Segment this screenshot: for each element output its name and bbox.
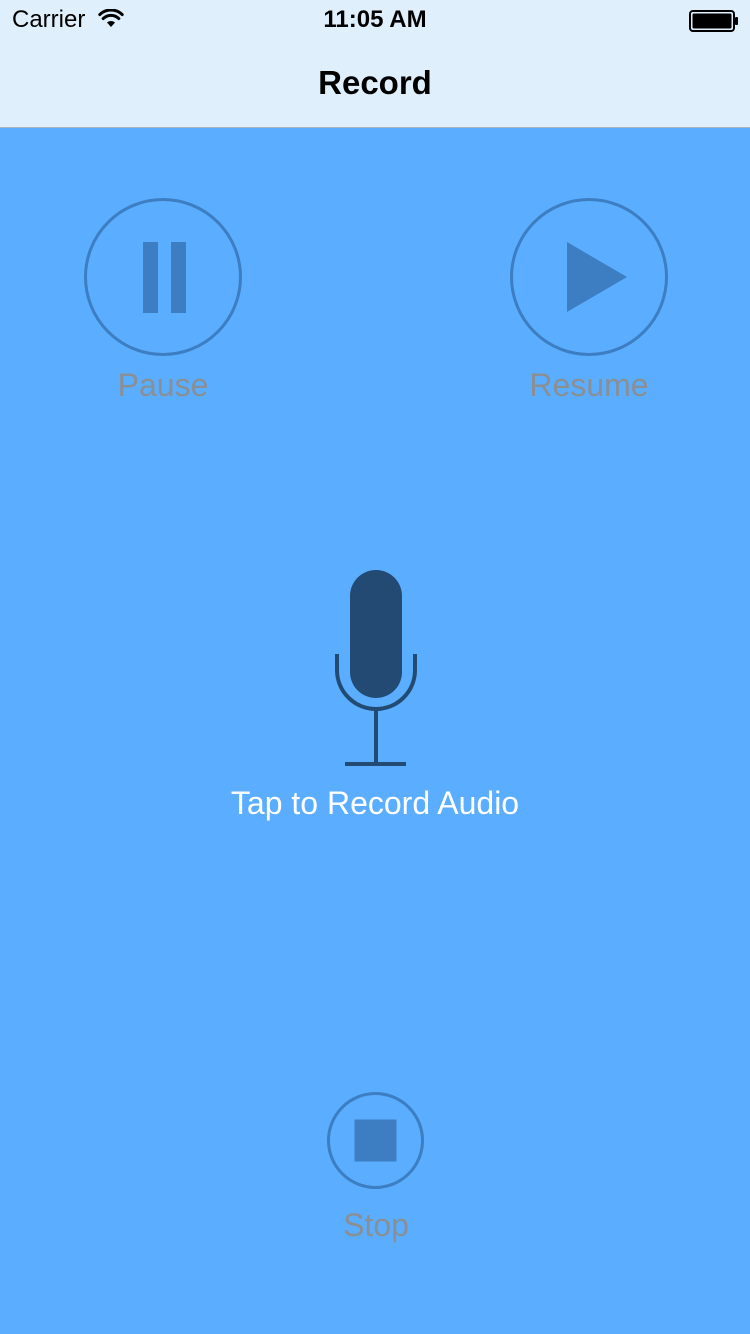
resume-button[interactable]	[510, 198, 668, 356]
resume-label: Resume	[529, 367, 649, 403]
stop-button[interactable]	[327, 1092, 424, 1189]
page-title: Record	[318, 64, 432, 101]
microphone-icon[interactable]	[330, 566, 420, 770]
stop-icon	[354, 1119, 397, 1162]
status-time: 11:05 AM	[323, 6, 427, 33]
play-icon	[567, 242, 627, 312]
record-label[interactable]: Tap to Record Audio	[0, 785, 750, 822]
pause-label: Pause	[117, 367, 209, 403]
pause-icon	[143, 242, 186, 313]
navigation-bar: Carrier 11:05 AM Record	[0, 0, 750, 128]
battery-icon	[689, 10, 738, 32]
pause-button[interactable]	[84, 198, 242, 356]
stop-label: Stop	[343, 1207, 409, 1243]
